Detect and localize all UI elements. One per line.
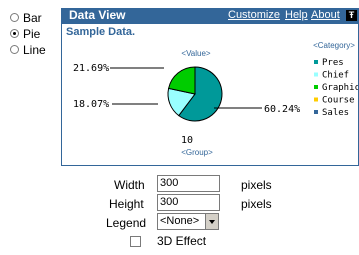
radio-bar[interactable]: Bar xyxy=(10,10,46,25)
3d-effect-label: 3D Effect xyxy=(157,234,207,248)
help-link[interactable]: Help xyxy=(285,8,308,23)
legend-swatch-graphic xyxy=(314,85,318,89)
portlet-body: Sample Data. <Value> 21.69% 18.07% 60.24… xyxy=(61,23,359,166)
height-label: Height xyxy=(109,197,144,211)
radio-line[interactable]: Line xyxy=(10,42,46,57)
group-value: 10 xyxy=(181,135,193,146)
value-axis-label: <Value> xyxy=(181,49,211,58)
legend-label: Legend xyxy=(106,216,147,230)
legend-item-sales: Sales xyxy=(322,108,349,118)
pie-chart: <Value> 21.69% 18.07% 60.24% 10 <Group> … xyxy=(73,41,358,157)
slice-label-graphic: 21.69% xyxy=(73,63,109,74)
height-input[interactable]: 300 xyxy=(157,194,220,211)
portlet-title: Data View xyxy=(69,8,126,22)
radio-pie[interactable]: Pie xyxy=(10,26,46,41)
3d-effect-checkbox[interactable] xyxy=(130,236,141,247)
chart-type-radio-group: Bar Pie Line xyxy=(10,10,46,58)
width-unit: pixels xyxy=(241,178,272,192)
radio-button-bar[interactable] xyxy=(10,13,19,22)
legend-item-pres: Pres xyxy=(322,58,344,68)
legend-select[interactable]: <None> xyxy=(157,213,219,230)
legend-item-course: Course xyxy=(322,96,355,106)
legend-swatch-pres xyxy=(314,60,318,64)
slice-label-chief: 18.07% xyxy=(73,99,109,110)
pie-slices xyxy=(167,66,223,122)
radio-button-pie[interactable] xyxy=(10,29,19,38)
legend-swatch-sales xyxy=(314,110,318,114)
portlet-header: Data View Customize Help About Ŧ xyxy=(61,8,359,23)
radio-label-pie: Pie xyxy=(23,26,41,41)
legend-title: <Category> xyxy=(313,41,355,50)
width-input[interactable]: 300 xyxy=(157,175,220,192)
legend-swatch-course xyxy=(314,97,318,102)
radio-label-bar: Bar xyxy=(23,10,42,25)
about-link[interactable]: About xyxy=(311,8,340,23)
customize-link[interactable]: Customize xyxy=(228,8,280,23)
legend-item-graphic: Graphic xyxy=(322,83,358,93)
radio-button-line[interactable] xyxy=(10,45,19,54)
close-icon[interactable]: Ŧ xyxy=(346,10,357,21)
slice-label-pres: 60.24% xyxy=(264,104,300,115)
chart-legend: Pres Chief Graphic Course Sales xyxy=(314,58,358,118)
legend-swatch-chief xyxy=(314,72,318,77)
group-axis-label: <Group> xyxy=(181,148,213,157)
legend-select-value: <None> xyxy=(160,215,200,227)
chevron-down-icon[interactable] xyxy=(205,214,218,229)
data-view-portlet: Data View Customize Help About Ŧ Sample … xyxy=(61,8,359,166)
height-unit: pixels xyxy=(241,197,272,211)
width-label: Width xyxy=(114,178,145,192)
legend-item-chief: Chief xyxy=(322,71,349,81)
radio-label-line: Line xyxy=(23,42,46,57)
